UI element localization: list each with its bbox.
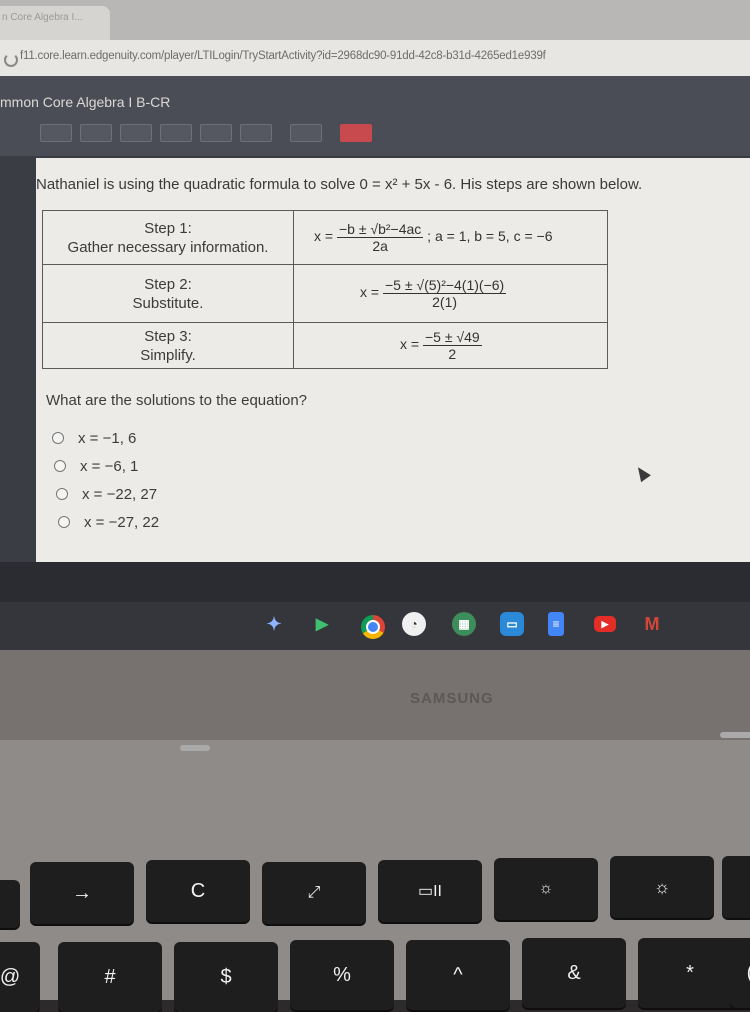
toolbar-button[interactable]	[40, 124, 72, 142]
gmail-icon[interactable]: M	[640, 612, 664, 636]
key-partial[interactable]	[722, 856, 750, 918]
play-store-icon[interactable]: ▶	[310, 612, 334, 636]
step-label-cell: Step 1: Gather necessary information.	[42, 210, 294, 265]
key-brightness-up[interactable]: ☼	[610, 856, 714, 918]
step-row: Step 1: Gather necessary information. x …	[42, 210, 608, 265]
radio-button[interactable]	[56, 488, 68, 500]
formula-lhs: x =	[400, 336, 420, 353]
formula-numerator: −5 ± √49	[422, 329, 482, 346]
launcher-icon[interactable]: ✦	[262, 612, 286, 636]
toolbar-button[interactable]	[290, 124, 322, 142]
option-label: x = −1, 6	[78, 430, 137, 447]
toolbar-button[interactable]	[200, 124, 232, 142]
step-subtitle: Simplify.	[140, 346, 196, 364]
files-icon[interactable]: ▭	[500, 612, 524, 636]
formula-denominator: 2	[448, 346, 457, 362]
answer-option[interactable]: x = −27, 22	[58, 514, 159, 534]
browser-tab[interactable]: n Core Algebra I...	[0, 6, 110, 40]
key-8[interactable]: *	[638, 938, 742, 1008]
step-subtitle: Substitute.	[132, 294, 204, 312]
step-title: Step 2:	[144, 275, 192, 293]
step-row: Step 2: Substitute. x = −5 ± √(5)²−4(1)(…	[42, 264, 608, 323]
toolbar-button[interactable]	[120, 124, 152, 142]
hinge	[180, 745, 210, 751]
option-label: x = −22, 27	[82, 486, 158, 503]
key-9[interactable]: (	[730, 938, 750, 1008]
step-title: Step 3:	[144, 327, 192, 345]
question-prompt: What are the solutions to the equation?	[46, 392, 308, 409]
toolbar-button[interactable]	[240, 124, 272, 142]
answer-option[interactable]: x = −6, 1	[54, 458, 138, 478]
screen: n Core Algebra I... f11.core.learn.edgen…	[0, 0, 750, 650]
key-overview[interactable]: ▭II	[378, 860, 482, 922]
key-brightness-down[interactable]: ☼	[494, 858, 598, 920]
question-stem: Nathaniel is using the quadratic formula…	[36, 176, 643, 193]
option-label: x = −6, 1	[80, 458, 139, 475]
formula-fraction: −b ± √b²−4ac 2a	[336, 221, 424, 254]
formula-numerator: −b ± √b²−4ac	[336, 221, 424, 238]
answer-option[interactable]: x = −1, 6	[52, 430, 136, 450]
key-2[interactable]: @	[0, 942, 40, 1012]
reload-icon[interactable]	[4, 53, 18, 67]
key-fullscreen[interactable]: ⤢	[262, 862, 366, 924]
step-formula-cell: x = −5 ± √49 2	[293, 322, 608, 369]
formula-lhs: x =	[314, 228, 334, 245]
course-title: mmon Core Algebra I B-CR	[0, 94, 171, 110]
formula-numerator: −5 ± √(5)²−4(1)(−6)	[382, 277, 507, 294]
signal-icon[interactable]: ◔	[402, 612, 426, 636]
toolbar-button[interactable]	[80, 124, 112, 142]
youtube-icon[interactable]: ▶	[594, 616, 616, 632]
formula-fraction: −5 ± √(5)²−4(1)(−6) 2(1)	[382, 277, 507, 310]
step-formula-cell: x = −b ± √b²−4ac 2a ; a = 1, b = 5, c = …	[293, 210, 608, 265]
formula-lhs: x =	[360, 284, 380, 301]
tab-strip: n Core Algebra I...	[0, 0, 750, 40]
step-label-cell: Step 3: Simplify.	[42, 322, 294, 369]
steps-table: Step 1: Gather necessary information. x …	[42, 210, 608, 369]
key-3[interactable]: #	[58, 942, 162, 1012]
radio-button[interactable]	[52, 432, 64, 444]
radio-button[interactable]	[54, 460, 66, 472]
hinge	[720, 732, 750, 738]
toolbar-red-button[interactable]	[340, 124, 372, 142]
shelf: ✦ ▶ ◔ ▦ ▭ ≡ ▶ M	[0, 602, 750, 650]
tab-title: n Core Algebra I...	[2, 12, 83, 23]
laptop-bezel	[0, 650, 750, 740]
step-row: Step 3: Simplify. x = −5 ± √49 2	[42, 322, 608, 369]
step-formula-cell: x = −5 ± √(5)²−4(1)(−6) 2(1)	[293, 264, 608, 323]
chrome-icon[interactable]	[358, 612, 388, 642]
key-7[interactable]: &	[522, 938, 626, 1008]
formula-coefficients: ; a = 1, b = 5, c = −6	[427, 228, 553, 245]
step-subtitle: Gather necessary information.	[67, 238, 269, 256]
toolbar-button[interactable]	[160, 124, 192, 142]
apps-icon[interactable]: ▦	[452, 612, 476, 636]
option-label: x = −27, 22	[84, 514, 160, 531]
docs-icon[interactable]: ≡	[548, 612, 564, 636]
answer-option[interactable]: x = −22, 27	[56, 486, 157, 506]
formula-denominator: 2(1)	[432, 294, 458, 310]
step-label-cell: Step 2: Substitute.	[42, 264, 294, 323]
address-bar[interactable]: f11.core.learn.edgenuity.com/player/LTIL…	[0, 40, 750, 76]
key-refresh[interactable]: C	[146, 860, 250, 922]
app-header: mmon Core Algebra I B-CR	[0, 76, 750, 156]
chrome-center	[366, 620, 380, 634]
formula-fraction: −5 ± √49 2	[422, 329, 482, 362]
key-escape[interactable]	[0, 880, 20, 928]
brand-logo: SAMSUNG	[410, 690, 494, 707]
key-4[interactable]: $	[174, 942, 278, 1012]
page-footer-area	[0, 562, 750, 602]
url-text: f11.core.learn.edgenuity.com/player/LTIL…	[20, 50, 546, 62]
key-forward[interactable]: →	[30, 862, 134, 924]
formula-denominator: 2a	[372, 238, 388, 254]
step-title: Step 1:	[144, 219, 192, 237]
radio-button[interactable]	[58, 516, 70, 528]
